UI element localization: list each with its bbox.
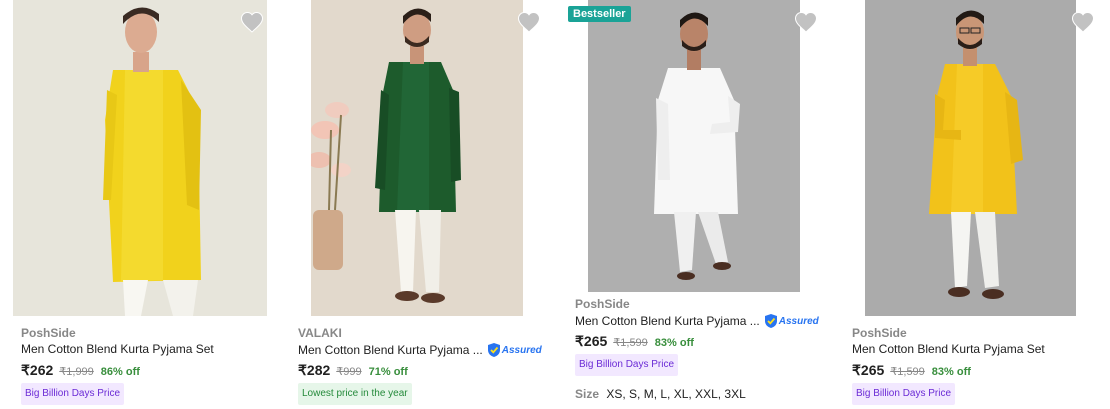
product-card[interactable]: PoshSide Men Cotton Blend Kurta Pyjama S… [831,0,1110,409]
product-image[interactable] [865,0,1076,316]
assured-label: Assured [778,315,819,327]
price-row: ₹265 ₹1,599 83% off [575,333,694,350]
selling-price: ₹282 [298,362,331,378]
product-photo [311,0,523,316]
assured-shield-icon [487,343,500,357]
product-title-text[interactable]: Men Cotton Blend Kurta Pyjama ... [575,314,760,328]
product-photo [13,0,267,316]
price-row: ₹265 ₹1,599 83% off [852,362,971,379]
product-title[interactable]: Men Cotton Blend Kurta Pyjama Set [852,342,1045,356]
product-title[interactable]: Men Cotton Blend Kurta Pyjama Set [21,342,214,356]
size-label: Size [575,387,600,401]
product-card[interactable]: Bestseller PoshSide Men Cotton Blend Kur… [554,0,831,409]
original-price: ₹1,599 [613,337,648,349]
selling-price: ₹265 [575,333,608,349]
product-title-text[interactable]: Men Cotton Blend Kurta Pyjama ... [298,343,483,357]
product-image[interactable] [311,0,523,316]
price-row: ₹282 ₹999 71% off [298,362,408,379]
lowest-price-tag: Lowest price in the year [298,383,412,405]
product-image[interactable] [588,0,800,292]
product-title-text[interactable]: Men Cotton Blend Kurta Pyjama Set [21,342,214,356]
wishlist-heart-icon[interactable] [1071,11,1095,33]
product-title[interactable]: Men Cotton Blend Kurta Pyjama ... Assure… [298,342,542,358]
product-brand: PoshSide [21,326,76,340]
product-photo [588,0,800,292]
size-values: XS, S, M, L, XL, XXL, 3XL [606,387,746,401]
assured-badge: Assured [764,313,819,329]
product-brand: PoshSide [575,297,630,311]
product-image[interactable] [13,0,267,316]
assured-shield-icon [764,314,777,328]
original-price: ₹1,599 [890,366,925,378]
product-brand: VALAKI [298,326,342,340]
original-price: ₹1,999 [59,366,94,378]
discount-percent: 83% off [654,337,694,349]
size-options: Size XS, S, M, L, XL, XXL, 3XL [575,387,746,401]
discount-percent: 86% off [100,366,140,378]
big-billion-days-tag: Big Billion Days Price [852,383,956,405]
discount-percent: 83% off [931,366,971,378]
product-photo [865,0,1076,316]
product-card[interactable]: PoshSide Men Cotton Blend Kurta Pyjama S… [0,0,277,409]
wishlist-heart-icon[interactable] [794,11,818,33]
wishlist-heart-icon[interactable] [517,11,541,33]
product-title[interactable]: Men Cotton Blend Kurta Pyjama ... Assure… [575,313,819,329]
discount-percent: 71% off [368,366,408,378]
selling-price: ₹265 [852,362,885,378]
bestseller-badge: Bestseller [568,6,631,22]
original-price: ₹999 [336,366,362,378]
wishlist-heart-icon[interactable] [240,11,264,33]
price-row: ₹262 ₹1,999 86% off [21,362,140,379]
selling-price: ₹262 [21,362,54,378]
product-card[interactable]: VALAKI Men Cotton Blend Kurta Pyjama ...… [277,0,554,409]
assured-label: Assured [501,344,542,356]
product-brand: PoshSide [852,326,907,340]
big-billion-days-tag: Big Billion Days Price [21,383,125,405]
big-billion-days-tag: Big Billion Days Price [575,354,679,376]
assured-badge: Assured [487,342,542,358]
product-title-text[interactable]: Men Cotton Blend Kurta Pyjama Set [852,342,1045,356]
